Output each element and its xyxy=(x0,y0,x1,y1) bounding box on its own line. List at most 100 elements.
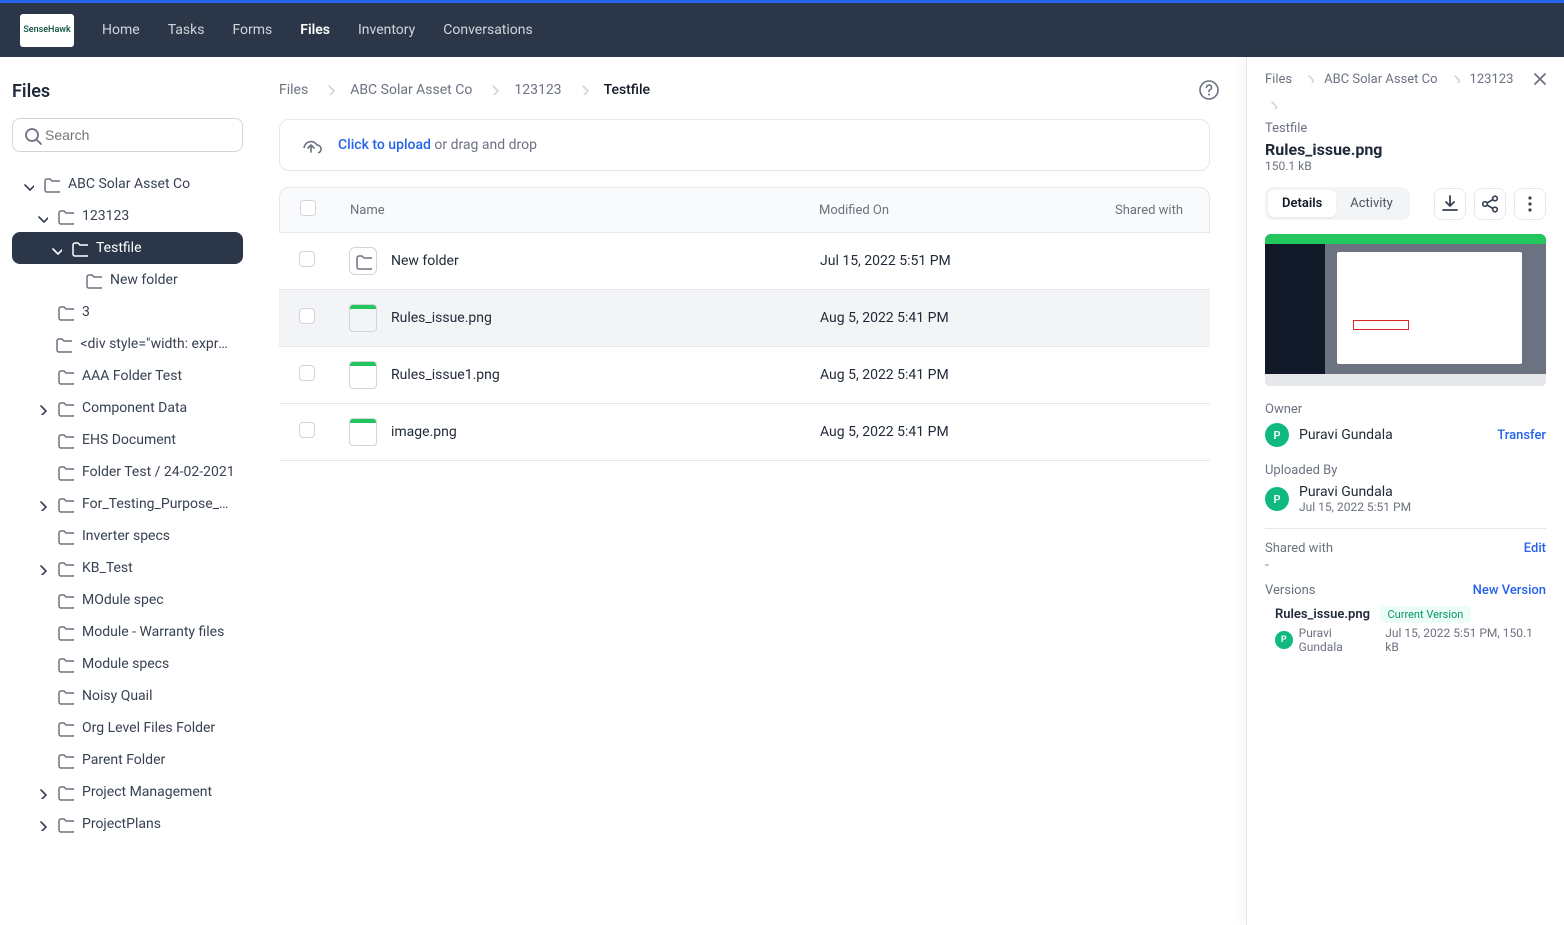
sidebar-item-label: Noisy Quail xyxy=(82,688,152,704)
download-button[interactable] xyxy=(1434,188,1466,220)
uploader-name: Puravi Gundala xyxy=(1299,484,1411,500)
sidebar-item[interactable]: Module - Warranty files xyxy=(12,616,243,648)
transfer-link[interactable]: Transfer xyxy=(1497,428,1546,443)
sidebar-item[interactable]: EHS Document xyxy=(12,424,243,456)
nav-link-home[interactable]: Home xyxy=(102,22,140,38)
edit-shared-link[interactable]: Edit xyxy=(1524,541,1546,556)
nav-link-inventory[interactable]: Inventory xyxy=(358,22,415,38)
sidebar-item-label: Module - Warranty files xyxy=(82,624,224,640)
file-preview xyxy=(1265,234,1546,386)
folder-icon xyxy=(56,303,74,321)
search-input[interactable] xyxy=(12,118,243,152)
chevron-right-icon xyxy=(34,785,48,799)
sidebar-item[interactable]: Testfile xyxy=(12,232,243,264)
sidebar-item[interactable]: 3 xyxy=(12,296,243,328)
sidebar-item[interactable]: Org Level Files Folder xyxy=(12,712,243,744)
folder-icon xyxy=(56,751,74,769)
sidebar-item[interactable]: KB_Test xyxy=(12,552,243,584)
breadcrumb: Files ABC Solar Asset Co 123123 Testfile xyxy=(279,81,1210,99)
panel-crumb-item[interactable]: 123123 xyxy=(1470,72,1514,87)
sidebar-item[interactable]: AAA Folder Test xyxy=(12,360,243,392)
search-wrapper xyxy=(12,118,243,152)
nav-link-tasks[interactable]: Tasks xyxy=(168,22,205,38)
panel-crumb-item[interactable]: Files xyxy=(1265,72,1292,87)
help-icon[interactable] xyxy=(1198,79,1220,105)
share-button[interactable] xyxy=(1474,188,1506,220)
panel-tabs: Details Activity xyxy=(1265,187,1410,220)
sidebar-item[interactable]: <div style="width: expressi... xyxy=(12,328,243,360)
breadcrumb-item: Testfile xyxy=(604,82,651,98)
tab-details[interactable]: Details xyxy=(1268,190,1336,217)
sidebar-item-label: For_Testing_Purpose_Only xyxy=(82,496,235,512)
chevron-down-icon xyxy=(48,241,62,255)
file-name: Rules_issue.png xyxy=(391,310,492,326)
row-checkbox[interactable] xyxy=(299,251,315,267)
col-name: Name xyxy=(350,203,819,218)
row-checkbox[interactable] xyxy=(299,365,315,381)
sidebar-item[interactable]: 123123 xyxy=(12,200,243,232)
sidebar-item-label: EHS Document xyxy=(82,432,176,448)
row-checkbox[interactable] xyxy=(299,422,315,438)
file-modified: Aug 5, 2022 5:41 PM xyxy=(820,424,1080,440)
current-version-badge: Current Version xyxy=(1380,606,1472,623)
sidebar-item[interactable]: Folder Test / 24-02-2021 xyxy=(12,456,243,488)
sidebar-item[interactable]: MOdule spec xyxy=(12,584,243,616)
sidebar: Files ABC Solar Asset Co123123TestfileNe… xyxy=(0,57,255,925)
version-user-avatar: P xyxy=(1275,631,1293,649)
uploader-date: Jul 15, 2022 5:51 PM xyxy=(1299,500,1411,514)
sidebar-item[interactable]: Noisy Quail xyxy=(12,680,243,712)
nav-link-files[interactable]: Files xyxy=(300,22,330,38)
close-icon[interactable] xyxy=(1530,69,1550,93)
chevron-down-icon xyxy=(20,177,34,191)
version-meta: Jul 15, 2022 5:51 PM, 150.1 kB xyxy=(1385,626,1546,654)
chevron-right-icon xyxy=(1448,71,1460,83)
panel-breadcrumb: Files ABC Solar Asset Co 123123 xyxy=(1265,71,1546,113)
row-checkbox[interactable] xyxy=(299,308,315,324)
folder-icon xyxy=(84,271,102,289)
sidebar-item[interactable]: Module specs xyxy=(12,648,243,680)
chevron-right-icon xyxy=(1302,71,1314,83)
select-all-checkbox[interactable] xyxy=(300,200,316,216)
upload-rest-text: or drag and drop xyxy=(431,137,537,153)
tab-activity[interactable]: Activity xyxy=(1336,190,1407,217)
folder-icon xyxy=(56,719,74,737)
folder-icon xyxy=(56,527,74,545)
nav-link-forms[interactable]: Forms xyxy=(232,22,272,38)
owner-avatar: P xyxy=(1265,423,1289,447)
breadcrumb-item[interactable]: Files xyxy=(279,82,308,98)
sidebar-item[interactable]: For_Testing_Purpose_Only xyxy=(12,488,243,520)
sidebar-item[interactable]: Inverter specs xyxy=(12,520,243,552)
new-version-link[interactable]: New Version xyxy=(1473,583,1546,598)
sidebar-item[interactable]: Component Data xyxy=(12,392,243,424)
sidebar-item-label: Component Data xyxy=(82,400,187,416)
more-button[interactable] xyxy=(1514,188,1546,220)
table-row[interactable]: image.pngAug 5, 2022 5:41 PM xyxy=(279,404,1210,461)
shared-with-label: Shared with xyxy=(1265,541,1333,556)
folder-icon xyxy=(56,687,74,705)
file-name: New folder xyxy=(391,253,459,269)
table-row[interactable]: Rules_issue1.pngAug 5, 2022 5:41 PM xyxy=(279,347,1210,404)
details-panel: FilesABC Solar Asset Co123123 Testfile R… xyxy=(1246,57,1564,925)
upload-dropzone[interactable]: Click to upload or drag and drop xyxy=(279,119,1210,171)
topbar: SenseHawk HomeTasksFormsFilesInventoryCo… xyxy=(0,3,1564,57)
sidebar-item[interactable]: Parent Folder xyxy=(12,744,243,776)
sidebar-item[interactable]: Project Management xyxy=(12,776,243,808)
panel-filename: Rules_issue.png xyxy=(1265,140,1546,159)
file-modified: Aug 5, 2022 5:41 PM xyxy=(820,310,1080,326)
folder-icon xyxy=(54,335,72,353)
table-row[interactable]: New folder Jul 15, 2022 5:51 PM xyxy=(279,233,1210,290)
sidebar-item-label: Project Management xyxy=(82,784,212,800)
file-thumbnail xyxy=(349,418,377,446)
file-modified: Jul 15, 2022 5:51 PM xyxy=(820,253,1080,269)
file-modified: Aug 5, 2022 5:41 PM xyxy=(820,367,1080,383)
table-row[interactable]: Rules_issue.png Aug 5, 2022 5:41 PM xyxy=(279,290,1210,347)
panel-crumb-item[interactable]: ABC Solar Asset Co xyxy=(1324,72,1437,87)
folder-icon xyxy=(56,367,74,385)
breadcrumb-item[interactable]: 123123 xyxy=(514,82,561,98)
breadcrumb-item[interactable]: ABC Solar Asset Co xyxy=(350,82,472,98)
sidebar-item[interactable]: ProjectPlans xyxy=(12,808,243,840)
sidebar-item[interactable]: ABC Solar Asset Co xyxy=(12,168,243,200)
sidebar-item[interactable]: New folder xyxy=(12,264,243,296)
nav-link-conversations[interactable]: Conversations xyxy=(443,22,532,38)
folder-icon xyxy=(42,175,60,193)
